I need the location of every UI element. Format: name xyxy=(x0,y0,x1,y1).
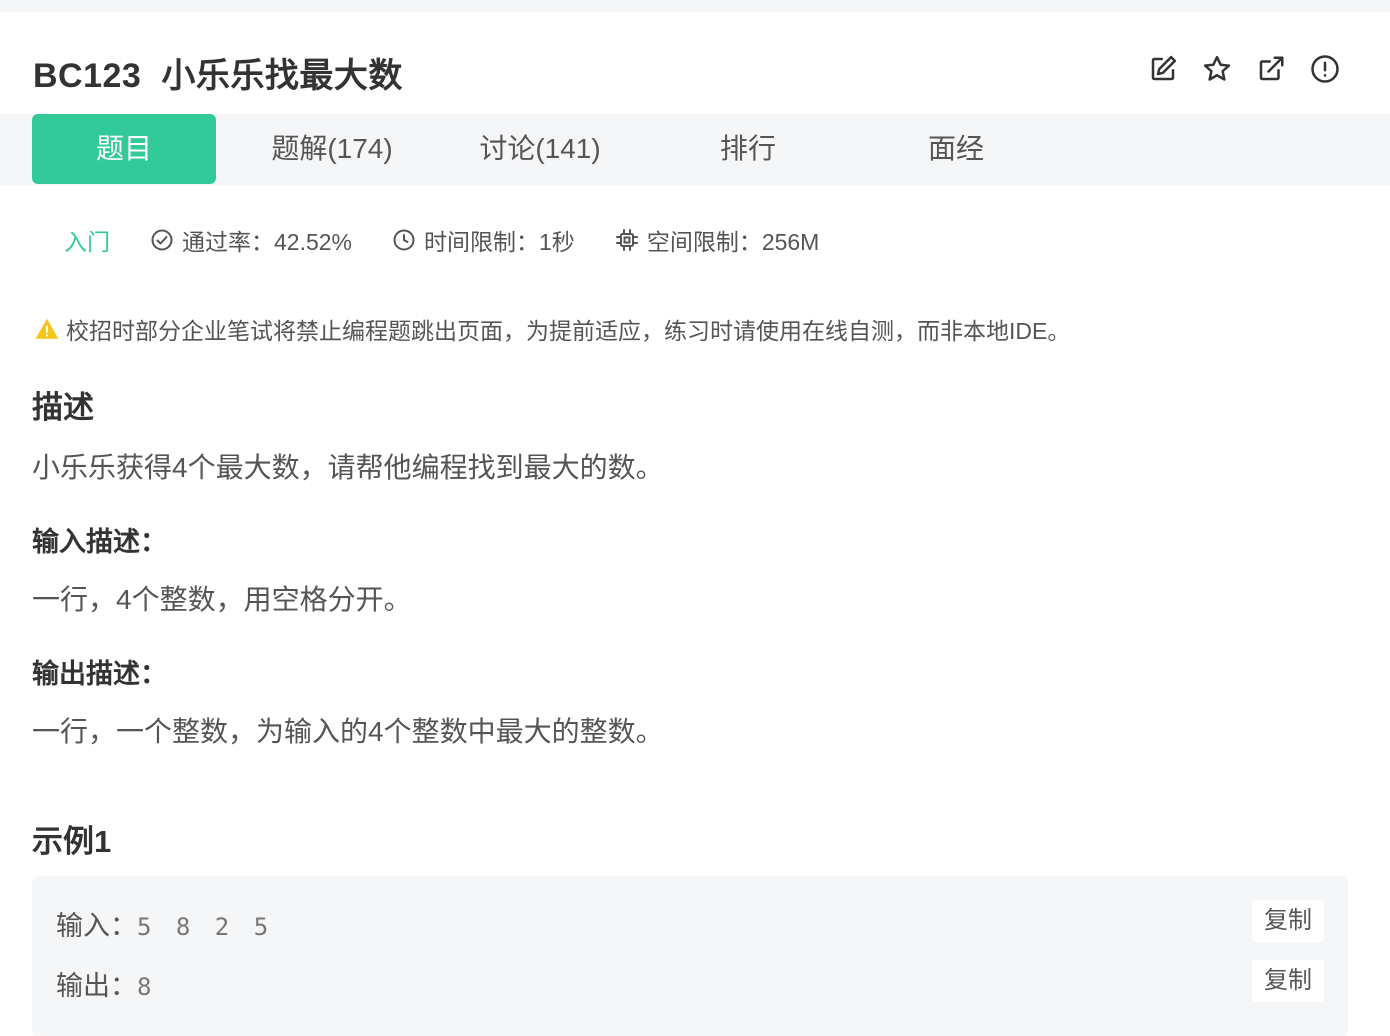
warning-text: 校招时部分企业笔试将禁止编程题跳出页面，为提前适应，练习时请使用在线自测，而非本… xyxy=(66,318,1071,344)
tab-ranking[interactable]: 排行 xyxy=(656,114,840,184)
space-limit: 空间限制：256M xyxy=(615,223,820,257)
problem-title: BC123 小乐乐找最大数 xyxy=(33,48,403,97)
exam-warning: 校招时部分企业笔试将禁止编程题跳出页面，为提前适应，练习时请使用在线自测，而非本… xyxy=(34,312,1070,346)
chip-icon xyxy=(615,229,638,251)
tab-problem[interactable]: 题目 xyxy=(32,114,216,184)
problem-meta: 入门 通过率：42.52% 时间限制：1秒 空间限制：256M xyxy=(64,222,859,258)
share-icon[interactable] xyxy=(1256,54,1286,84)
example-box: 输入：5 8 2 5 复制 输出：8 复制 xyxy=(32,876,1348,1036)
problem-code: BC123 xyxy=(33,57,142,95)
top-strip xyxy=(0,0,1390,12)
time-limit-text: 时间限制：1秒 xyxy=(424,229,575,255)
input-desc-text: 一行，4个整数，用空格分开。 xyxy=(32,584,412,615)
space-limit-text: 空间限制：256M xyxy=(646,229,820,255)
tab-interviews[interactable]: 面经 xyxy=(864,114,1048,184)
report-icon[interactable] xyxy=(1310,54,1340,84)
warning-icon xyxy=(35,318,59,339)
header-actions xyxy=(1148,54,1340,84)
copy-output-button[interactable]: 复制 xyxy=(1252,960,1324,1002)
tab-discussion[interactable]: 讨论(141) xyxy=(448,114,632,184)
difficulty-badge: 入门 xyxy=(64,229,110,255)
input-desc-heading: 输入描述： xyxy=(32,527,167,557)
tab-bar: 题目 题解(174) 讨论(141) 排行 面经 xyxy=(0,114,1390,186)
description-text: 小乐乐获得4个最大数，请帮他编程找到最大的数。 xyxy=(32,452,664,483)
edit-icon[interactable] xyxy=(1148,54,1178,84)
clock-icon xyxy=(393,229,415,251)
pass-rate: 通过率：42.52% xyxy=(150,223,352,257)
star-icon[interactable] xyxy=(1202,54,1232,84)
problem-name: 小乐乐找最大数 xyxy=(161,57,403,95)
copy-input-button[interactable]: 复制 xyxy=(1252,900,1324,942)
output-desc-text: 一行，一个整数，为输入的4个整数中最大的整数。 xyxy=(32,716,664,747)
example-input-value: 5 8 2 5 xyxy=(137,913,269,941)
example-output-value: 8 xyxy=(137,973,152,1001)
example-heading: 示例1 xyxy=(32,824,112,859)
problem-header: BC123 小乐乐找最大数 xyxy=(0,12,1390,114)
check-circle-icon xyxy=(151,229,173,251)
description-heading: 描述 xyxy=(32,390,94,425)
output-desc-heading: 输出描述： xyxy=(32,659,167,689)
example-input-label: 输入： xyxy=(56,911,137,941)
example-output-row: 输出：8 xyxy=(56,964,151,1003)
tab-solutions[interactable]: 题解(174) xyxy=(240,114,424,184)
example-output-label: 输出： xyxy=(56,971,137,1001)
example-input-row: 输入：5 8 2 5 xyxy=(56,904,268,943)
time-limit: 时间限制：1秒 xyxy=(392,223,575,257)
pass-rate-text: 通过率：42.52% xyxy=(182,229,353,255)
